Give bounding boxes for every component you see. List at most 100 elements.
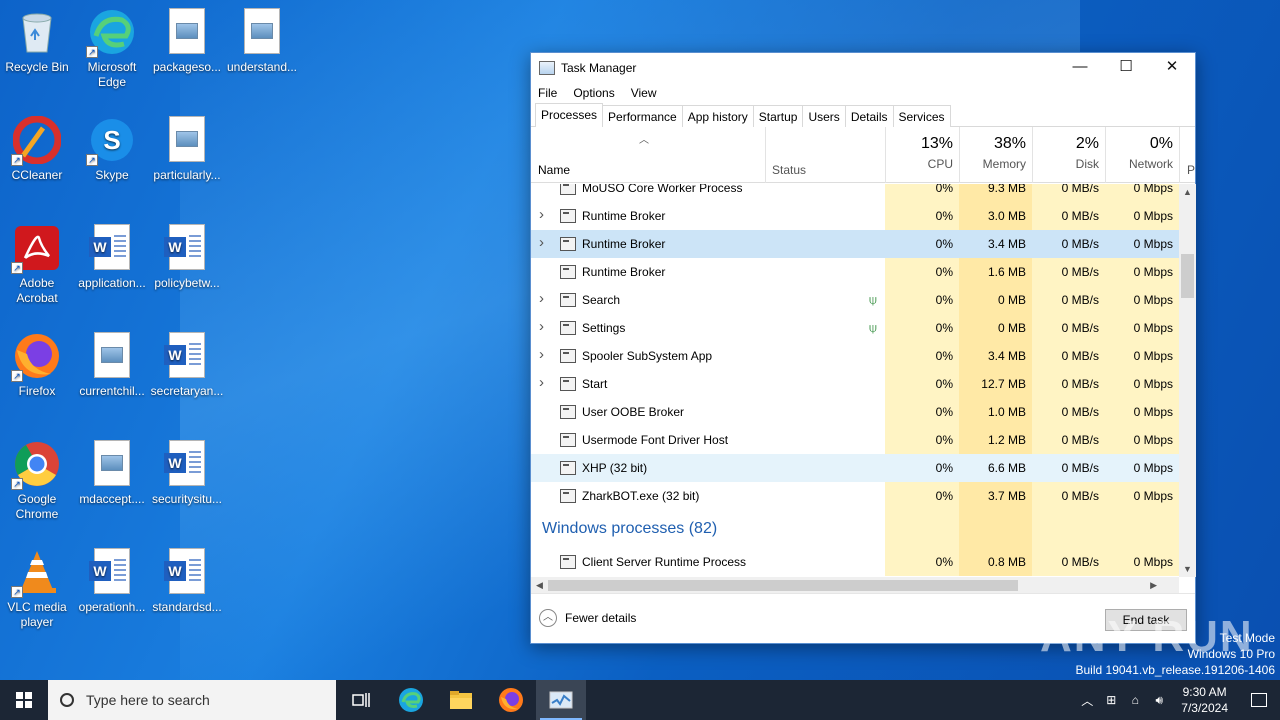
desktop-icon-label: standardsd... — [152, 600, 222, 614]
scroll-right-icon[interactable]: ▶ — [1150, 580, 1157, 591]
desktop-icon-label: CCleaner — [11, 168, 63, 182]
tab-processes[interactable]: Processes — [535, 103, 604, 127]
taskbar-search-box[interactable]: Type here to search — [48, 680, 336, 720]
acrobat-icon: ↗ — [11, 224, 61, 274]
desktop-icon[interactable]: Wsecuritysitu... — [150, 440, 224, 507]
col-name[interactable]: Name — [538, 163, 570, 177]
group-header-windows-processes[interactable]: Windows processes (82) — [531, 510, 1179, 548]
task-manager-window[interactable]: Task Manager — ☐ ✕ File Options View Pro… — [530, 52, 1196, 644]
process-row[interactable]: Client Server Runtime Process 0% 0.8 MB 0 M… — [531, 548, 1179, 576]
memory-cell: 3.7 MB — [959, 482, 1032, 510]
image-file-icon — [163, 8, 211, 56]
chrome-icon: ↗ — [11, 440, 61, 490]
menu-options[interactable]: Options — [573, 83, 614, 103]
desktop-icon[interactable]: understand... — [225, 8, 299, 75]
taskbar-edge[interactable] — [386, 680, 436, 720]
process-row[interactable]: › Spooler SubSystem App 0% 3.4 MB 0 MB/s 0 Mb… — [531, 342, 1179, 370]
process-row[interactable]: ZharkBOT.exe (32 bit) 0% 3.7 MB 0 MB/s 0 Mbp… — [531, 482, 1179, 510]
process-row[interactable]: › Runtime Broker 0% 3.4 MB 0 MB/s 0 Mbps — [531, 230, 1179, 258]
process-row[interactable]: › Start 0% 12.7 MB 0 MB/s 0 Mbps — [531, 370, 1179, 398]
process-row[interactable]: › Runtime Broker 0% 3.0 MB 0 MB/s 0 Mbps — [531, 202, 1179, 230]
network-icon[interactable]: ⊞ — [1099, 693, 1123, 707]
col-memory[interactable]: 38% Memory — [959, 127, 1032, 183]
hscroll-thumb[interactable] — [548, 580, 1018, 591]
word-document-icon: W — [163, 548, 211, 596]
tab-startup[interactable]: Startup — [752, 105, 804, 127]
group-cell-bg — [1032, 510, 1105, 548]
process-row[interactable]: › Search ⍦ 0% 0 MB 0 MB/s 0 Mbps — [531, 286, 1179, 314]
process-row[interactable]: MoUSO Core Worker Process 0% 9.3 MB 0 MB/s 0… — [531, 184, 1179, 202]
scroll-left-icon[interactable]: ◀ — [536, 580, 543, 591]
col-disk[interactable]: 2% Disk — [1032, 127, 1105, 183]
expand-chevron-icon[interactable]: › — [539, 318, 549, 335]
desktop-icon[interactable]: ↗ CCleaner — [0, 115, 74, 183]
desktop-icon[interactable]: ↗ Microsoft Edge — [75, 8, 149, 90]
tab-services[interactable]: Services — [892, 105, 951, 127]
tab-users[interactable]: Users — [802, 105, 846, 127]
desktop-icon[interactable]: mdaccept.... — [75, 440, 149, 507]
desktop-icon[interactable]: ↗ Firefox — [0, 332, 74, 399]
ccleaner-icon: ↗ — [11, 115, 62, 166]
start-button[interactable] — [0, 680, 48, 720]
desktop-icon[interactable]: Woperationh... — [75, 548, 149, 615]
process-row[interactable]: Usermode Font Driver Host 0% 1.2 MB 0 MB/s 0… — [531, 426, 1179, 454]
disk-cell: 0 MB/s — [1032, 370, 1105, 398]
col-cpu[interactable]: 13% CPU — [885, 127, 959, 183]
desktop-icon[interactable]: currentchil... — [75, 332, 149, 399]
expand-chevron-icon[interactable]: › — [539, 206, 549, 223]
tab-details[interactable]: Details — [844, 105, 894, 127]
vertical-scrollbar[interactable]: ▲ ▼ — [1179, 184, 1196, 577]
disk-cell: 0 MB/s — [1061, 461, 1099, 475]
process-list[interactable]: MoUSO Core Worker Process 0% 9.3 MB 0 MB/s 0… — [531, 184, 1179, 577]
minimize-button[interactable]: — — [1057, 53, 1103, 83]
group-title: Windows processes (82) — [542, 520, 718, 537]
col-network[interactable]: 0% Network — [1105, 127, 1179, 183]
expand-chevron-icon[interactable]: › — [539, 374, 549, 391]
col-power[interactable]: P — [1179, 127, 1196, 183]
desktop-icon[interactable]: Wpolicybetw... — [150, 224, 224, 291]
close-button[interactable]: ✕ — [1149, 53, 1195, 83]
desktop-icon[interactable]: Wsecretaryan... — [150, 332, 224, 399]
desktop-icon[interactable]: ↗ Google Chrome — [0, 440, 74, 522]
title-bar[interactable]: Task Manager — ☐ ✕ — [531, 53, 1195, 83]
volume-icon[interactable]: 🔊︎ — [1147, 693, 1171, 708]
notification-center-button[interactable] — [1238, 680, 1280, 720]
memory-cell: 0.8 MB — [959, 548, 1032, 576]
expand-chevron-icon[interactable]: › — [539, 346, 549, 363]
scroll-down-icon[interactable]: ▼ — [1183, 564, 1192, 574]
process-row[interactable]: User OOBE Broker 0% 1.0 MB 0 MB/s 0 Mbps — [531, 398, 1179, 426]
fewer-details-button[interactable]: ︿ Fewer details — [539, 609, 636, 627]
process-name: Settings — [582, 321, 626, 335]
desktop-icon[interactable]: Recycle Bin — [0, 8, 74, 75]
desktop-icon[interactable]: Wapplication... — [75, 224, 149, 291]
taskbar-file-explorer[interactable] — [436, 680, 486, 720]
taskbar-task-manager[interactable] — [536, 680, 586, 720]
horizontal-scrollbar[interactable]: ◀ ▶ — [531, 577, 1179, 594]
desktop-icon[interactable]: ↗ VLC media player — [0, 548, 74, 630]
tab-performance[interactable]: Performance — [602, 105, 683, 127]
process-row[interactable]: › Settings ⍦ 0% 0 MB 0 MB/s 0 Mbps — [531, 314, 1179, 342]
desktop-icon[interactable]: ↗ Adobe Acrobat — [0, 224, 74, 306]
process-row[interactable]: Runtime Broker 0% 1.6 MB 0 MB/s 0 Mbps — [531, 258, 1179, 286]
desktop-icon[interactable]: packageso... — [150, 8, 224, 75]
menu-file[interactable]: File — [538, 83, 557, 103]
expand-chevron-icon[interactable]: › — [539, 234, 549, 251]
chevron-up-icon[interactable]: ︿ — [1075, 692, 1099, 709]
tab-app-history[interactable]: App history — [681, 105, 754, 127]
process-icon — [560, 433, 576, 447]
wifi-icon[interactable]: ⌂ — [1123, 693, 1147, 707]
desktop-icon-label: mdaccept.... — [79, 492, 145, 506]
col-status[interactable]: Status — [765, 127, 885, 183]
expand-chevron-icon[interactable]: › — [539, 290, 549, 307]
maximize-button[interactable]: ☐ — [1103, 53, 1149, 83]
clock[interactable]: 9:30 AM 7/3/2024 — [1171, 684, 1238, 716]
task-view-button[interactable] — [336, 680, 386, 720]
desktop-icon[interactable]: particularly... — [150, 116, 224, 183]
desktop-icon[interactable]: S ↗ Skype — [75, 116, 149, 183]
scroll-up-icon[interactable]: ▲ — [1183, 187, 1192, 197]
menu-view[interactable]: View — [631, 83, 657, 103]
scroll-thumb[interactable] — [1181, 254, 1194, 298]
taskbar-firefox[interactable] — [486, 680, 536, 720]
desktop-icon[interactable]: Wstandardsd... — [150, 548, 224, 615]
process-row[interactable]: XHP (32 bit) 0% 6.6 MB 0 MB/s 0 Mbps — [531, 454, 1179, 482]
